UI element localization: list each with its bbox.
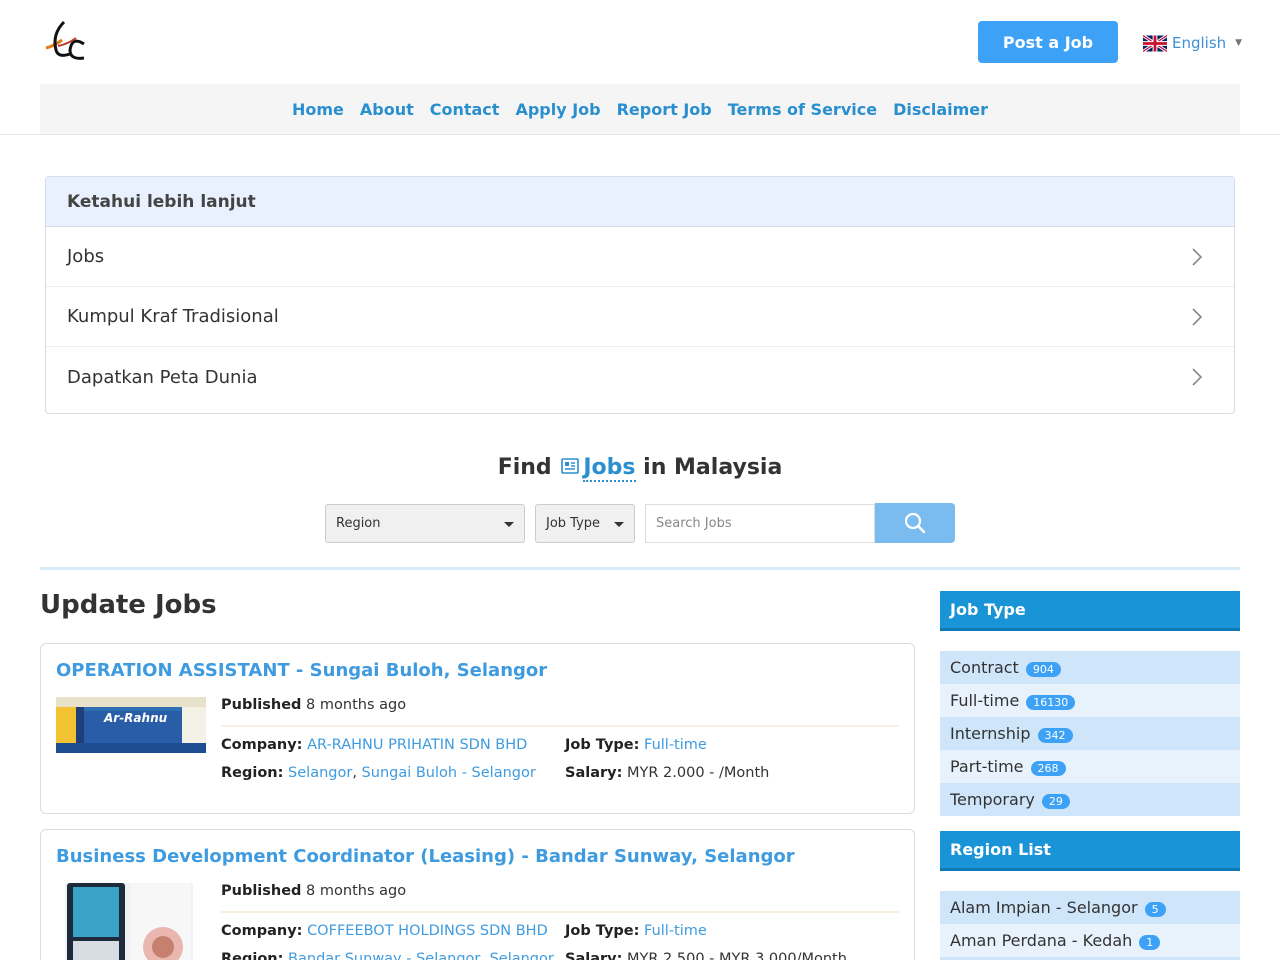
region-link[interactable]: Selangor	[490, 951, 554, 960]
nav-about[interactable]: About	[360, 100, 414, 119]
search-icon	[904, 512, 926, 534]
job-card: Business Development Coordinator (Leasin…	[40, 829, 915, 960]
count-badge: 5	[1144, 901, 1166, 917]
company-link[interactable]: COFFEEBOT HOLDINGS SDN BHD	[307, 923, 548, 939]
region-link[interactable]: Sungai Buloh - Selangor	[362, 765, 536, 781]
panel-item-kumpul-kraf[interactable]: Kumpul Kraf Tradisional	[46, 287, 1234, 347]
job-region: Region: Selangor, Sungai Buloh - Selango…	[221, 765, 536, 781]
caret-down-icon: ▼	[1235, 38, 1243, 48]
job-type-item-part-time[interactable]: Part-time 268	[940, 750, 1240, 783]
find-suffix: in Malaysia	[643, 455, 783, 480]
site-logo[interactable]	[40, 16, 90, 64]
nav-disclaimer[interactable]: Disclaimer	[893, 100, 988, 119]
post-job-button[interactable]: Post a Job	[978, 21, 1118, 63]
section-divider	[40, 567, 1240, 570]
count-badge: 904	[1025, 661, 1061, 677]
find-heading: Find Jobs in Malaysia	[0, 455, 1280, 482]
job-region: Region: Bandar Sunway - Selangor, Selang…	[221, 951, 554, 960]
region-item[interactable]: Aman Perdana - Kedah 1	[940, 924, 1240, 957]
newspaper-icon	[561, 458, 580, 474]
panel-item-label: Dapatkan Peta Dunia	[67, 366, 258, 388]
count-badge: 268	[1030, 760, 1066, 776]
thumbnail-caption: Ar-Rahnu	[104, 711, 168, 725]
dropdown-arrow-icon	[614, 522, 624, 527]
job-card: OPERATION ASSISTANT - Sungai Buloh, Sela…	[40, 643, 915, 814]
region-link[interactable]: Bandar Sunway - Selangor	[288, 951, 480, 960]
job-divider	[221, 725, 899, 727]
job-type-link[interactable]: Full-time	[644, 737, 707, 753]
count-badge: 1	[1139, 934, 1161, 950]
search-input[interactable]	[645, 504, 875, 543]
job-divider	[221, 911, 899, 913]
job-type-item-internship[interactable]: Internship 342	[940, 717, 1240, 750]
job-type-select[interactable]: Job Type	[535, 504, 635, 543]
site-header: Post a Job English ▼ Home About Contact …	[0, 0, 1280, 135]
dropdown-arrow-icon	[504, 522, 514, 527]
job-thumbnail[interactable]	[65, 883, 193, 960]
nav-report-job[interactable]: Report Job	[617, 100, 712, 119]
find-prefix: Find	[497, 455, 552, 480]
panel-title: Ketahui lebih lanjut	[46, 177, 1234, 227]
language-selector[interactable]: English ▼	[1143, 32, 1242, 54]
panel-item-label: Kumpul Kraf Tradisional	[67, 306, 279, 327]
panel-item-jobs[interactable]: Jobs	[46, 227, 1234, 287]
job-published: Published 8 months ago	[221, 883, 407, 899]
job-company: Company: AR-RAHNU PRIHATIN SDN BHD	[221, 737, 528, 753]
job-type-select-label: Job Type	[546, 516, 601, 531]
region-list-header: Region List	[940, 831, 1240, 871]
count-badge: 29	[1041, 793, 1070, 809]
job-title-link[interactable]: Business Development Coordinator (Leasin…	[56, 846, 795, 867]
region-select-label: Region	[336, 516, 381, 531]
panel-item-label: Jobs	[67, 246, 105, 267]
region-select[interactable]: Region	[325, 504, 525, 543]
update-jobs-title: Update Jobs	[40, 590, 217, 620]
learn-more-panel: Ketahui lebih lanjut Jobs Kumpul Kraf Tr…	[45, 176, 1235, 414]
chevron-right-icon	[1192, 307, 1202, 326]
uk-flag-icon	[1143, 34, 1167, 52]
job-published: Published 8 months ago	[221, 697, 407, 713]
job-type: Job Type: Full-time	[565, 737, 707, 753]
job-company: Company: COFFEEBOT HOLDINGS SDN BHD	[221, 923, 548, 939]
job-salary: Salary: MYR 2.500 - MYR 3.000/Month	[565, 951, 847, 960]
nav-terms-of-service[interactable]: Terms of Service	[728, 100, 877, 119]
job-salary: Salary: MYR 2.000 - /Month	[565, 765, 770, 781]
nav-contact[interactable]: Contact	[430, 100, 500, 119]
job-type-link[interactable]: Full-time	[644, 923, 707, 939]
region-item[interactable]: Alam Impian - Selangor 5	[940, 891, 1240, 924]
chevron-right-icon	[1192, 247, 1202, 266]
job-type-header: Job Type	[940, 591, 1240, 631]
job-title-link[interactable]: OPERATION ASSISTANT - Sungai Buloh, Sela…	[56, 660, 547, 681]
search-button[interactable]	[875, 503, 955, 543]
job-type-item-full-time[interactable]: Full-time 16130	[940, 684, 1240, 717]
job-type-item-contract[interactable]: Contract 904	[940, 651, 1240, 684]
count-badge: 342	[1037, 727, 1073, 743]
company-link[interactable]: AR-RAHNU PRIHATIN SDN BHD	[307, 737, 527, 753]
main-nav: Home About Contact Apply Job Report Job …	[40, 84, 1240, 134]
job-thumbnail[interactable]: Ar-Rahnu	[56, 697, 206, 753]
job-type-item-temporary[interactable]: Temporary 29	[940, 783, 1240, 816]
chevron-right-icon	[1192, 368, 1202, 386]
count-badge: 16130	[1026, 694, 1076, 710]
find-jobs-link[interactable]: Jobs	[583, 455, 636, 482]
nav-apply-job[interactable]: Apply Job	[515, 100, 600, 119]
job-type: Job Type: Full-time	[565, 923, 707, 939]
nav-home[interactable]: Home	[292, 100, 344, 119]
language-label: English	[1172, 34, 1227, 52]
panel-item-peta-dunia[interactable]: Dapatkan Peta Dunia	[46, 347, 1234, 407]
region-link[interactable]: Selangor	[288, 765, 352, 781]
